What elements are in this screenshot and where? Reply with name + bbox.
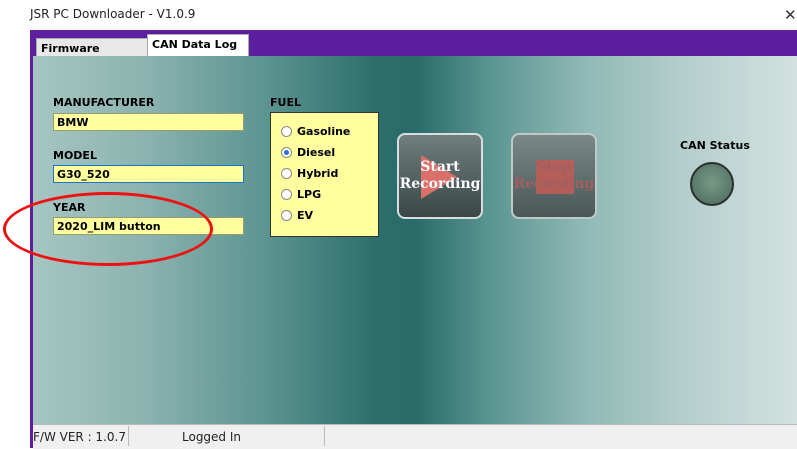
- start-button-label-line1: Start: [420, 159, 460, 175]
- fuel-option-label: Hybrid: [297, 167, 339, 180]
- fuel-option-label: Diesel: [297, 146, 336, 159]
- fuel-option-ev[interactable]: EV: [281, 209, 313, 222]
- manufacturer-field[interactable]: BMW: [53, 113, 244, 131]
- status-divider: [128, 426, 129, 446]
- manufacturer-label: MANUFACTURER: [53, 96, 155, 109]
- fuel-label: FUEL: [270, 96, 301, 109]
- title-bar: JSR PC Downloader - V1.0.9 ✕: [0, 0, 797, 30]
- radio-icon: [281, 168, 292, 179]
- login-status-text: Logged In: [182, 430, 242, 444]
- can-status-label: CAN Status: [680, 139, 750, 152]
- window-title: JSR PC Downloader - V1.0.9: [30, 7, 196, 21]
- fuel-option-hybrid[interactable]: Hybrid: [281, 167, 338, 180]
- fuel-option-diesel[interactable]: Diesel: [281, 146, 335, 159]
- radio-icon: [281, 126, 292, 137]
- close-icon[interactable]: ✕: [784, 6, 797, 24]
- stop-button-label-line1: Stop: [536, 159, 572, 175]
- fuel-option-label: EV: [297, 209, 314, 222]
- stop-button-label-line2: Recording: [513, 176, 595, 192]
- fuel-option-lpg[interactable]: LPG: [281, 188, 321, 201]
- fuel-option-label: Gasoline: [297, 125, 351, 138]
- fw-version-text: F/W VER : 1.0.7: [33, 430, 126, 444]
- radio-icon: [281, 189, 292, 200]
- status-bar: [33, 424, 797, 449]
- radio-icon: [281, 210, 292, 221]
- annotation-circle: [3, 192, 213, 266]
- start-recording-button[interactable]: Start Recording: [397, 133, 483, 219]
- status-divider: [324, 426, 325, 446]
- fuel-option-label: LPG: [297, 188, 322, 201]
- stop-recording-button[interactable]: Stop Recording: [511, 133, 597, 219]
- model-label: MODEL: [53, 149, 97, 162]
- radio-selected-icon: [281, 147, 292, 158]
- can-status-indicator: [690, 162, 734, 206]
- fuel-radio-group: Gasoline Diesel Hybrid LPG EV: [270, 112, 379, 237]
- fuel-option-gasoline[interactable]: Gasoline: [281, 125, 350, 138]
- model-field[interactable]: G30_520: [53, 165, 244, 183]
- start-button-label-line2: Recording: [399, 176, 481, 192]
- tab-can-data-log[interactable]: CAN Data Log: [147, 34, 249, 57]
